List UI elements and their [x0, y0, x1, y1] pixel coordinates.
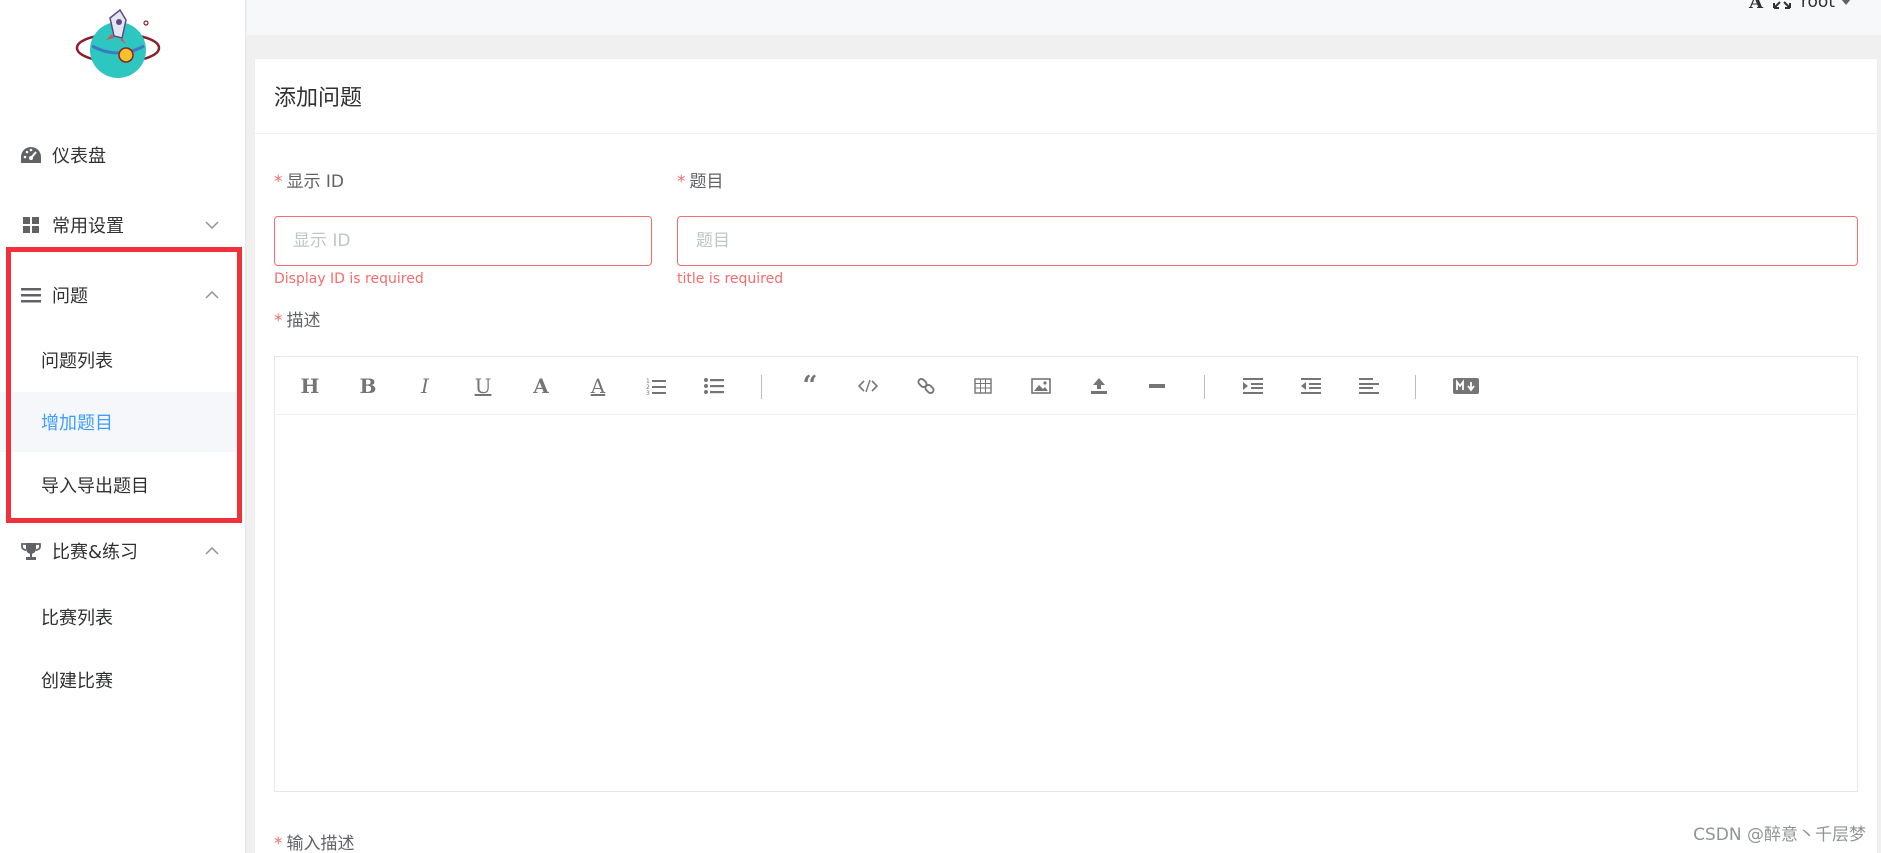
- image-icon[interactable]: [1028, 373, 1054, 399]
- sidebar-item-settings[interactable]: 常用设置: [0, 197, 240, 253]
- code-icon[interactable]: [855, 373, 881, 399]
- sidebar-subitem-add-problem[interactable]: 增加题目: [0, 392, 240, 452]
- sidebar-item-label: 常用设置: [52, 216, 124, 237]
- fullscreen-icon[interactable]: [1772, 0, 1791, 14]
- title-error: title is required: [677, 271, 784, 287]
- sidebar: 仪表盘 常用设置 问题 问题列表 增加题目 导入导出题目 比赛&练习 比赛列表 …: [0, 0, 246, 853]
- sidebar-subitem-label: 导入导出题目: [41, 476, 149, 497]
- markdown-icon[interactable]: [1451, 373, 1481, 399]
- required-mark: *: [274, 311, 283, 331]
- italic-icon[interactable]: I: [412, 373, 438, 399]
- sidebar-subitem-import-export[interactable]: 导入导出题目: [0, 455, 240, 515]
- display-id-input[interactable]: [274, 216, 652, 266]
- title-input[interactable]: [677, 216, 1858, 266]
- sidebar-subitem-label: 问题列表: [41, 351, 113, 372]
- topbar-right: A root: [1749, 0, 1851, 14]
- display-id-error: Display ID is required: [274, 271, 424, 287]
- header-icon[interactable]: H: [297, 373, 323, 399]
- svg-text:3: 3: [646, 390, 650, 395]
- chevron-up-icon: [205, 544, 219, 558]
- sidebar-item-label: 仪表盘: [52, 146, 106, 167]
- input-description-label-text: 输入描述: [286, 834, 355, 853]
- topbar: A root: [247, 0, 1881, 35]
- description-label: * 描述: [274, 306, 321, 331]
- font-size-icon[interactable]: A: [1749, 0, 1763, 13]
- required-mark: *: [274, 834, 283, 853]
- sidebar-subitem-label: 创建比赛: [41, 671, 113, 692]
- input-description-label: * 输入描述: [274, 829, 355, 853]
- required-mark: *: [677, 172, 686, 192]
- bold-icon[interactable]: B: [355, 373, 381, 399]
- dashboard-icon: [20, 144, 42, 166]
- sidebar-subitem-problem-list[interactable]: 问题列表: [0, 330, 240, 390]
- indent-icon[interactable]: [1240, 373, 1266, 399]
- underline-icon[interactable]: U: [470, 373, 496, 399]
- add-problem-card: 添加问题 *显示 ID Display ID is required *题目 t…: [254, 58, 1878, 853]
- sidebar-item-problem[interactable]: 问题: [0, 267, 240, 323]
- user-menu[interactable]: root: [1801, 0, 1851, 12]
- sidebar-subitem-label: 比赛列表: [41, 608, 113, 629]
- sidebar-item-contest[interactable]: 比赛&练习: [0, 523, 240, 579]
- mark-icon[interactable]: A: [585, 373, 611, 399]
- display-id-label: * 显示 ID: [274, 167, 344, 192]
- sidebar-subitem-contest-list[interactable]: 比赛列表: [0, 587, 240, 647]
- quote-icon[interactable]: “: [797, 371, 823, 401]
- display-id-label-text: 显示 ID: [286, 172, 345, 192]
- description-label-text: 描述: [286, 311, 321, 331]
- sidebar-item-label: 问题: [52, 286, 88, 307]
- strikethrough-icon[interactable]: A: [528, 373, 554, 399]
- rocket-planet-logo[interactable]: [74, 8, 162, 80]
- link-icon[interactable]: [913, 373, 939, 399]
- watermark: CSDN @醉意丶千层梦: [1693, 825, 1866, 845]
- editor-toolbar: H B I U A A 123 “: [275, 357, 1857, 415]
- ordered-list-icon[interactable]: 123: [643, 373, 669, 399]
- editor-textarea[interactable]: [275, 415, 1857, 791]
- list-icon: [20, 284, 42, 306]
- table-icon[interactable]: [970, 373, 996, 399]
- title-label-text: 题目: [689, 172, 724, 192]
- username: root: [1800, 0, 1835, 12]
- page-title: 添加问题: [255, 59, 1877, 134]
- caret-down-icon: [1841, 0, 1851, 5]
- toolbar-separator: [761, 375, 762, 399]
- title-label: * 题目: [677, 167, 724, 192]
- upload-icon[interactable]: [1086, 373, 1112, 399]
- chevron-up-icon: [205, 288, 219, 302]
- required-mark: *: [274, 172, 283, 192]
- toolbar-separator: [1415, 375, 1416, 399]
- grid-icon: [20, 214, 42, 236]
- outdent-icon[interactable]: [1298, 373, 1324, 399]
- sidebar-subitem-create-contest[interactable]: 创建比赛: [0, 650, 240, 710]
- align-left-icon[interactable]: [1356, 373, 1382, 399]
- description-editor[interactable]: H B I U A A 123 “: [274, 356, 1858, 792]
- sidebar-subitem-label: 增加题目: [41, 413, 113, 434]
- trophy-icon: [20, 540, 42, 562]
- unordered-list-icon[interactable]: [701, 373, 727, 399]
- horizontal-rule-icon[interactable]: [1144, 373, 1170, 399]
- sidebar-item-label: 比赛&练习: [52, 542, 139, 563]
- chevron-down-icon: [205, 218, 219, 232]
- sidebar-item-dashboard[interactable]: 仪表盘: [0, 127, 240, 183]
- toolbar-separator: [1204, 375, 1205, 399]
